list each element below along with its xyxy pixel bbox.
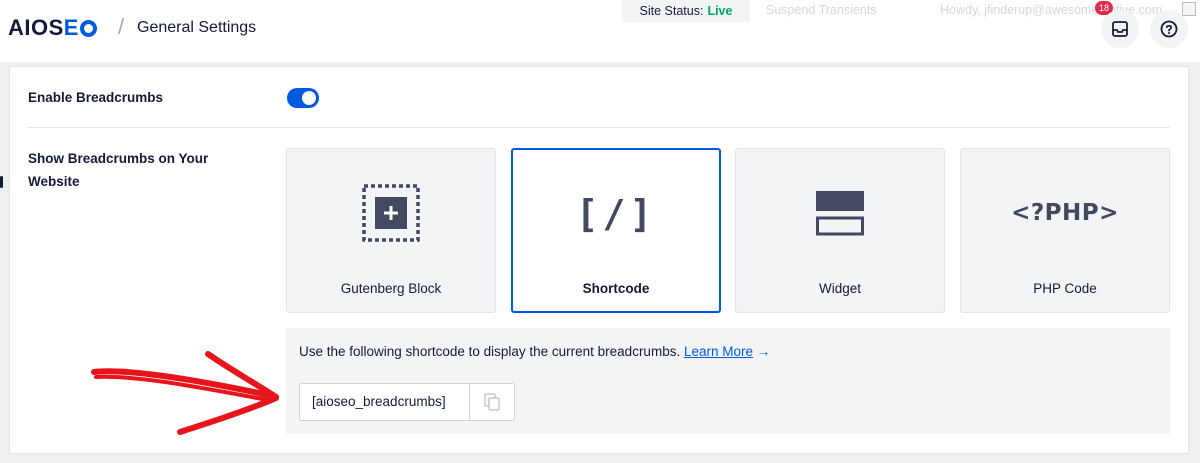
site-status-label: Site Status:	[639, 4, 704, 18]
option-php-code[interactable]: <?PHP> PHP Code	[960, 148, 1170, 313]
top-header: AIOS E / General Settings Site Status: Li…	[0, 0, 1200, 62]
shortcode-field: [aioseo_breadcrumbs]	[299, 383, 515, 421]
option-label: Shortcode	[582, 281, 650, 296]
shortcode-instructions: Use the following shortcode to display t…	[299, 344, 770, 359]
option-label: Gutenberg Block	[340, 281, 442, 296]
help-icon	[1160, 20, 1178, 38]
arrow-right-icon: →	[756, 344, 771, 359]
logo-text: AIOS	[8, 15, 64, 40]
show-breadcrumbs-label-line1: Show Breadcrumbs on Your	[28, 151, 209, 166]
widget-icon	[816, 191, 864, 236]
option-label: PHP Code	[1033, 281, 1097, 296]
suspend-transients-link[interactable]: Suspend Transients	[766, 3, 877, 17]
inbox-icon	[1112, 21, 1128, 37]
logo-text-accent: E	[63, 15, 79, 40]
show-breadcrumbs-label: Show Breadcrumbs on Your Website	[28, 147, 208, 193]
annotation-arrow-icon	[91, 351, 279, 435]
shortcode-value[interactable]: [aioseo_breadcrumbs]	[300, 384, 470, 420]
learn-more-link[interactable]: Learn More	[684, 344, 753, 359]
toggle-knob	[302, 91, 316, 105]
copy-icon	[484, 393, 500, 411]
page-title: General Settings	[137, 19, 257, 36]
option-widget[interactable]: Widget	[735, 148, 945, 313]
enable-breadcrumbs-toggle[interactable]	[287, 88, 319, 108]
site-status: Site Status: Live	[622, 0, 750, 22]
shortcode-info-box: Use the following shortcode to display t…	[286, 328, 1170, 434]
site-status-value: Live	[707, 4, 733, 18]
enable-breadcrumbs-label: Enable Breadcrumbs	[28, 90, 164, 105]
notifications-inbox-button[interactable]	[1101, 10, 1139, 48]
option-shortcode[interactable]: [/] Shortcode	[511, 148, 721, 313]
logo-gear-icon	[79, 20, 97, 37]
option-gutenberg-block[interactable]: Gutenberg Block	[286, 148, 496, 313]
show-breadcrumbs-label-line2: Website	[28, 174, 80, 189]
option-label: Widget	[818, 281, 862, 296]
copy-shortcode-button[interactable]	[470, 384, 514, 420]
left-edge-marker	[0, 176, 3, 188]
instructions-text: Use the following shortcode to display t…	[299, 344, 681, 359]
help-button[interactable]	[1150, 10, 1188, 48]
row-divider	[28, 127, 1170, 128]
breadcrumb-separator: /	[118, 14, 125, 39]
aioseo-logo[interactable]: AIOS E	[8, 15, 97, 41]
howdy-user-menu[interactable]: Howdy, jfinderup@awesomemotive.com	[940, 3, 1180, 17]
php-code-icon: <?PHP>	[1011, 200, 1119, 226]
gutenberg-block-icon	[362, 184, 420, 242]
avatar[interactable]	[1182, 2, 1196, 16]
shortcode-icon: [/]	[575, 192, 657, 236]
